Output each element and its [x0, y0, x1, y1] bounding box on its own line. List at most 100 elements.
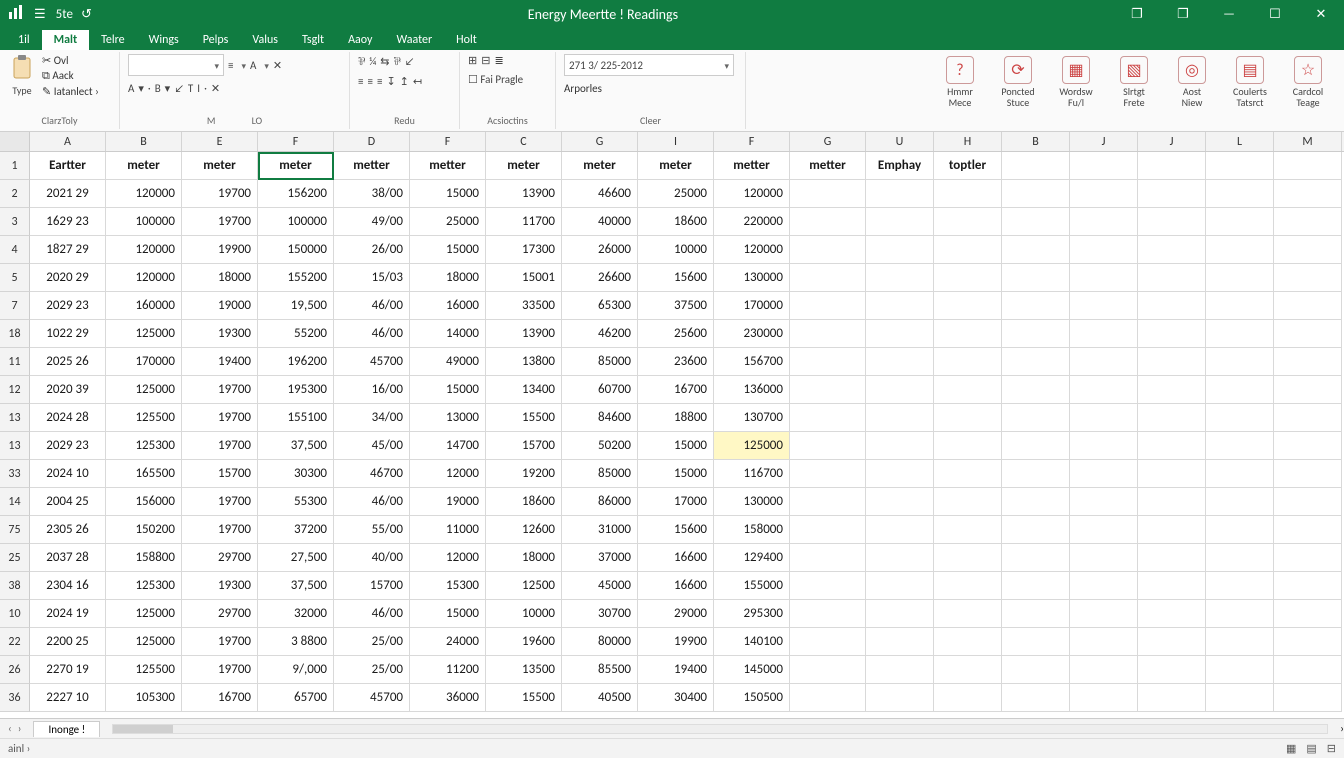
font-btn-8[interactable]: ·	[204, 82, 207, 95]
cell[interactable]: 2304 16	[30, 572, 106, 600]
font-btn-1[interactable]: ▾	[138, 82, 144, 95]
cell[interactable]	[1070, 488, 1138, 516]
cell[interactable]: 34/00	[334, 404, 410, 432]
cell[interactable]: 2029 23	[30, 292, 106, 320]
cell[interactable]	[1002, 320, 1070, 348]
format-painter-button[interactable]: ✎ Iatanlect ›	[42, 85, 99, 98]
cell[interactable]	[1070, 460, 1138, 488]
cell[interactable]: 15600	[638, 516, 714, 544]
cell[interactable]: 125300	[106, 572, 182, 600]
cell[interactable]: 15000	[410, 600, 486, 628]
cell[interactable]: 19300	[182, 572, 258, 600]
num-btn-1[interactable]: ⊟	[481, 54, 490, 67]
cell[interactable]: 29000	[638, 600, 714, 628]
cell[interactable]: 150000	[258, 236, 334, 264]
cell[interactable]: 13500	[486, 656, 562, 684]
align2-btn-2[interactable]: ≡	[377, 75, 382, 88]
cell[interactable]: 140100	[714, 628, 790, 656]
cell[interactable]: 125500	[106, 656, 182, 684]
cell[interactable]	[934, 432, 1002, 460]
cell[interactable]: 85000	[562, 460, 638, 488]
cell[interactable]: 49/00	[334, 208, 410, 236]
row-header[interactable]: 5	[0, 264, 30, 292]
cell[interactable]	[1070, 292, 1138, 320]
cell[interactable]: 55/00	[334, 516, 410, 544]
cell[interactable]: 84600	[562, 404, 638, 432]
cell[interactable]: 18800	[638, 404, 714, 432]
cell[interactable]	[1206, 208, 1274, 236]
cell[interactable]: 125000	[106, 600, 182, 628]
cell[interactable]: 15600	[638, 264, 714, 292]
cell[interactable]: 100000	[258, 208, 334, 236]
cell[interactable]: 25/00	[334, 628, 410, 656]
cell[interactable]	[1274, 236, 1342, 264]
cell[interactable]: 86000	[562, 488, 638, 516]
cell[interactable]: 46/00	[334, 600, 410, 628]
cell[interactable]	[1274, 404, 1342, 432]
cell[interactable]	[866, 236, 934, 264]
row-header[interactable]: 18	[0, 320, 30, 348]
cell[interactable]: 19700	[182, 208, 258, 236]
cell[interactable]	[1002, 432, 1070, 460]
col-header-B-13[interactable]: B	[1002, 132, 1070, 151]
cell[interactable]	[790, 348, 866, 376]
align1-btn-0[interactable]: ⅌	[358, 54, 365, 69]
cell[interactable]: 40500	[562, 684, 638, 712]
cell[interactable]: 19700	[182, 488, 258, 516]
cell[interactable]: 19900	[182, 236, 258, 264]
cell[interactable]	[1206, 516, 1274, 544]
cell[interactable]: 55200	[258, 320, 334, 348]
cell[interactable]: 15300	[410, 572, 486, 600]
cell[interactable]: 2270 19	[30, 656, 106, 684]
column-label[interactable]: metter	[714, 152, 790, 180]
cell[interactable]: 12600	[486, 516, 562, 544]
cell[interactable]	[1002, 236, 1070, 264]
cell[interactable]: 129400	[714, 544, 790, 572]
cell[interactable]	[866, 684, 934, 712]
cell[interactable]	[934, 348, 1002, 376]
cell[interactable]: 170000	[106, 348, 182, 376]
cell[interactable]: 2305 26	[30, 516, 106, 544]
cell[interactable]	[1274, 460, 1342, 488]
column-label[interactable]: metter	[410, 152, 486, 180]
cell[interactable]	[1274, 628, 1342, 656]
view-normal-icon[interactable]: ▦	[1286, 742, 1296, 755]
cell[interactable]: 145000	[714, 656, 790, 684]
cell[interactable]: 230000	[714, 320, 790, 348]
scrollbar-thumb[interactable]	[113, 725, 173, 733]
cell[interactable]: 15001	[486, 264, 562, 292]
cell[interactable]	[790, 376, 866, 404]
col-header-G-10[interactable]: G	[790, 132, 866, 151]
num-btn-0[interactable]: ⊞	[468, 54, 477, 67]
cell[interactable]: 2004 25	[30, 488, 106, 516]
cell[interactable]: 130700	[714, 404, 790, 432]
cell[interactable]	[790, 264, 866, 292]
col-header-A-0[interactable]: A	[30, 132, 106, 151]
cell[interactable]: 65300	[562, 292, 638, 320]
row-header[interactable]: 4	[0, 236, 30, 264]
column-label[interactable]: metter	[790, 152, 866, 180]
align2-btn-5[interactable]: ↤	[413, 75, 422, 88]
align-icon[interactable]: ≡	[228, 59, 233, 72]
cell[interactable]: 15700	[182, 460, 258, 488]
cell[interactable]: 2024 10	[30, 460, 106, 488]
cell[interactable]: 15000	[638, 460, 714, 488]
cell[interactable]: 125300	[106, 432, 182, 460]
ribbon-right-2[interactable]: ▦WordswFu/l	[1048, 56, 1104, 108]
tab-aaoy[interactable]: Aaoy	[336, 30, 384, 50]
cell[interactable]: 19000	[182, 292, 258, 320]
cell[interactable]	[934, 656, 1002, 684]
tab-malt[interactable]: Malt	[42, 30, 90, 50]
cell[interactable]	[1274, 348, 1342, 376]
sheet-nav-end[interactable]: ›	[1340, 722, 1344, 735]
cell[interactable]: 46/00	[334, 320, 410, 348]
cell[interactable]	[1002, 460, 1070, 488]
ribbon-right-1[interactable]: ⟳PonctedStuce	[990, 56, 1046, 108]
cell[interactable]	[790, 236, 866, 264]
cut-button[interactable]: ✂ Ovl	[42, 54, 99, 67]
cell[interactable]: 45700	[334, 348, 410, 376]
cell[interactable]: 19700	[182, 404, 258, 432]
column-label[interactable]: meter	[106, 152, 182, 180]
row-header[interactable]: 75	[0, 516, 30, 544]
cell[interactable]	[866, 572, 934, 600]
